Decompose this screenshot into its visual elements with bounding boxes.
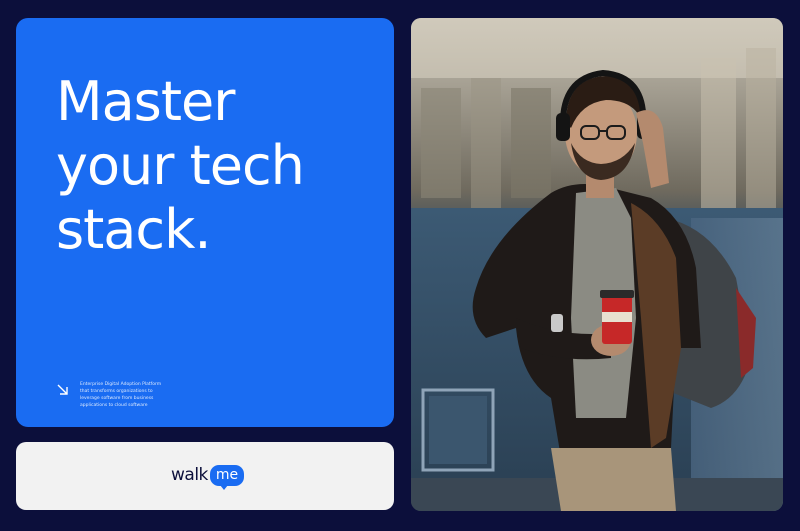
logo-text-walk: walk xyxy=(171,465,208,485)
photo-illustration xyxy=(411,18,783,511)
logo-card: walk me xyxy=(16,442,394,510)
headline: Master your tech stack. xyxy=(56,70,386,262)
headline-line-2: your tech xyxy=(56,134,305,197)
body-text-line: leverage software from business xyxy=(80,396,154,401)
headline-line-1: Master xyxy=(56,70,235,133)
headline-card: Master your tech stack. Enterprise Digit… xyxy=(16,18,394,427)
body-text-line: Enterprise Digital Adoption Platform xyxy=(80,382,162,387)
body-text-line: that transforms organizations to xyxy=(80,389,153,394)
headline-line-3: stack. xyxy=(56,198,212,261)
hero-photo xyxy=(411,18,783,511)
arrow-down-right-icon xyxy=(57,384,68,395)
body-text: Enterprise Digital Adoption Platform tha… xyxy=(80,381,230,409)
logo-text-me: me xyxy=(209,464,245,490)
ad-banner: Master your tech stack. Enterprise Digit… xyxy=(0,0,800,531)
walkme-logo[interactable]: walk me xyxy=(171,462,245,490)
body-text-line: applications to cloud software xyxy=(80,403,148,408)
